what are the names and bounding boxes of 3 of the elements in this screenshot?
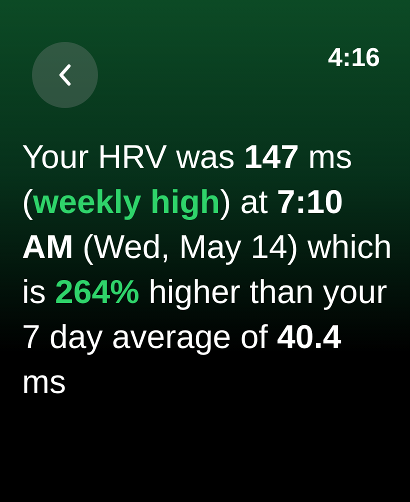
hrv-message: Your HRV was 147 ms (weekly high) at 7:10 AM (Wed, May 14) which is 264% higher than your 7 day average of 40.4 ms <box>22 137 392 402</box>
chevron-left-icon <box>58 63 72 87</box>
clock-time: 4:16 <box>328 42 380 73</box>
